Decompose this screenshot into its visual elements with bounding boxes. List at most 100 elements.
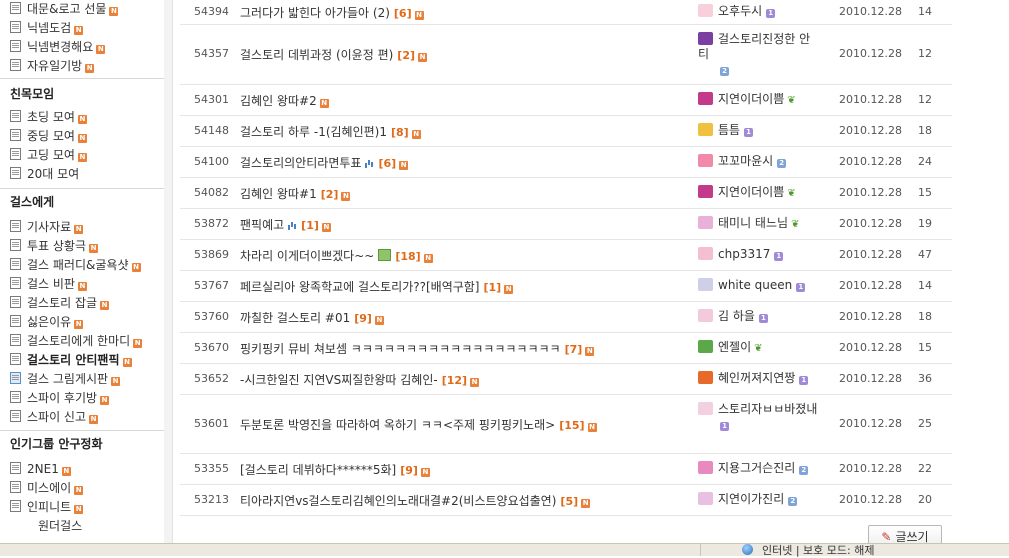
sidebar-item[interactable]: 걸스 패러디&굴욕샷 N [10, 256, 141, 274]
sidebar-item[interactable]: 스파이 신고 N [10, 408, 99, 426]
comment-count[interactable]: [1] [484, 281, 502, 294]
new-badge: N [74, 486, 84, 495]
post-author[interactable]: 김 하을 1 [698, 309, 818, 324]
board-icon [10, 110, 21, 122]
sidebar-item[interactable]: 20대 모여 [10, 165, 79, 183]
board-icon [10, 391, 21, 403]
sidebar-item[interactable]: 걸스 비판 N [10, 275, 87, 293]
new-badge: N [341, 192, 351, 201]
member-level-badge: 2 [720, 67, 729, 76]
sidebar-item[interactable]: 2NE1 N [10, 460, 71, 478]
post-views: 18 [918, 310, 932, 323]
comment-count[interactable]: [8] [391, 126, 409, 139]
post-title-link[interactable]: 걸스토리의안티라면투표 [6] N [240, 154, 409, 171]
sidebar-item[interactable]: 미스에이 N [10, 479, 84, 497]
sidebar-item[interactable]: 걸스 그림게시판 N [10, 370, 121, 388]
post-title-link[interactable]: 김혜인 왕따#1 [2] N [240, 185, 351, 202]
post-title-link[interactable]: 걸스토리 하루 -1(김혜인편)1 [8] N [240, 123, 421, 140]
comment-count[interactable]: [2] [321, 188, 339, 201]
comment-count[interactable]: [7] [565, 343, 583, 356]
sidebar-item[interactable]: 자유일기방 N [10, 57, 95, 75]
comment-count[interactable]: [6] [394, 7, 412, 20]
post-number: 53872 [194, 217, 229, 230]
comment-count[interactable]: [9] [400, 464, 418, 477]
comment-count[interactable]: [6] [378, 157, 396, 170]
post-title-link[interactable]: 두분토론 박영진을 따라하여 옥하기 ㅋㅋ<주제 핑키핑키노래> [15] N [240, 416, 597, 433]
avatar-icon [698, 92, 713, 105]
sidebar-item[interactable]: 초딩 모여 N [10, 108, 87, 126]
post-number: 54301 [194, 93, 229, 106]
post-author[interactable]: chp3317 1 [698, 247, 818, 262]
sidebar-item[interactable]: 닉넴변경해요 N [10, 38, 106, 56]
post-title-link[interactable]: 김혜인 왕따#2 N [240, 92, 329, 109]
board-icon [10, 167, 21, 179]
sidebar-item[interactable]: 투표 상황극 N [10, 237, 99, 255]
member-level-badge: 1 [799, 376, 809, 385]
sidebar-item-label: 인피니트 [27, 500, 72, 514]
post-author[interactable]: 엔젤이 ❦ [698, 340, 818, 356]
comment-count[interactable]: [1] [301, 219, 319, 232]
sidebar-item[interactable]: 중딩 모여 N [10, 127, 87, 145]
post-title: 걸스토리 데뷔과정 (이윤정 편) [240, 48, 394, 62]
post-author[interactable]: 혜인꺼져지연짱 1 [698, 371, 818, 386]
sidebar-item[interactable]: 원더걸스 [38, 517, 82, 535]
comment-count[interactable]: [5] [560, 495, 578, 508]
sidebar-item[interactable]: 대문&로고 선물 N [10, 0, 119, 18]
avatar-icon [698, 185, 713, 198]
post-author[interactable]: 오후두시 1 [698, 4, 818, 19]
sidebar-item[interactable]: 걸스토리 안티팬픽 N [10, 351, 132, 369]
post-title-link[interactable]: 페르실리아 왕족학교에 걸스토리가??[배역구함] [1] N [240, 278, 514, 295]
comment-count[interactable]: [18] [395, 250, 420, 263]
sidebar-item[interactable]: 걸스토리에게 한마디 N [10, 332, 143, 350]
post-author[interactable]: 스토리자ㅂㅂ바졌내 1 [698, 402, 818, 432]
post-author[interactable]: 태미니 태느님 ❦ [698, 216, 818, 232]
sidebar-item-label: 대문&로고 선물 [27, 2, 107, 16]
post-title-link[interactable]: [걸스토리 데뷔하다******5화] [9] N [240, 461, 430, 478]
sidebar-item[interactable]: 걸스토리 잡글 N [10, 294, 110, 312]
sidebar-menu: 대문&로고 선물 N 닉넴도검 N 닉넴변경해요 N 자유일기방 N 친목모임 초딩 모여 N 중딩 … [0, 0, 165, 545]
post-title-link[interactable]: -시크한일진 지연VS찌질한왕따 김혜인- [12] N [240, 371, 480, 388]
post-title-link[interactable]: 티아라지연vs걸스토리김혜인의노래대결#2(비스트양요섭출연) [5] N [240, 492, 591, 509]
post-title-link[interactable]: 팬픽예고 [1] N [240, 216, 331, 233]
post-number: 53767 [194, 279, 229, 292]
sidebar-group-title: 걸스에게 [10, 195, 55, 209]
post-title-link[interactable]: 핑키핑키 뮤비 쳐보셈 ㅋㅋㅋㅋㅋㅋㅋㅋㅋㅋㅋㅋㅋㅋㅋㅋㅋㅋㅋ [7] N [240, 340, 595, 357]
browser-statusbar: 인터넷 | 보호 모드: 해제 [0, 543, 1009, 557]
avatar-icon [698, 216, 713, 229]
new-badge: N [470, 378, 480, 387]
post-title-link[interactable]: 그러다가 밟힌다 아가들아 (2) [6] N [240, 4, 424, 21]
post-author[interactable]: 걸스토리진정한 안티 2 [698, 32, 818, 77]
member-level-badge: 2 [788, 497, 798, 506]
sidebar-item[interactable]: 닉넴도검 N [10, 19, 84, 37]
comment-count[interactable]: [15] [559, 419, 584, 432]
member-level-badge: 2 [777, 159, 787, 168]
sidebar-item[interactable]: 기사자료 N [10, 218, 84, 236]
board-icon [10, 334, 21, 346]
post-author[interactable]: 꼬꼬마윤시 2 [698, 154, 818, 169]
sidebar-item[interactable]: 싫은이유 N [10, 313, 84, 331]
post-title: 걸스토리의안티라면투표 [240, 156, 362, 170]
sidebar-item[interactable]: 고딩 모여 N [10, 146, 87, 164]
post-views: 18 [918, 124, 932, 137]
sidebar-item[interactable]: 스파이 후기방 N [10, 389, 110, 407]
post-title-link[interactable]: 차라리 이게더이쁘겠다~~ [18] N [240, 247, 433, 264]
post-author[interactable]: 지연이가진리 2 [698, 492, 818, 507]
new-badge: N [85, 64, 95, 73]
comment-count[interactable]: [2] [397, 49, 415, 62]
table-row: 53670 핑키핑키 뮤비 쳐보셈 ㅋㅋㅋㅋㅋㅋㅋㅋㅋㅋㅋㅋㅋㅋㅋㅋㅋㅋㅋ [7] N… [180, 332, 952, 364]
post-title-link[interactable]: 까칠한 걸스토리 #01 [9] N [240, 309, 384, 326]
post-author[interactable]: 지용그거슨진리 2 [698, 461, 818, 476]
post-author[interactable]: 지연이더이쁨 ❦ [698, 185, 818, 201]
post-author[interactable]: 틈틈 1 [698, 123, 818, 138]
author-name: 걸스토리진정한 안티 [698, 32, 811, 61]
sidebar-group-title: 친목모임 [10, 87, 55, 101]
post-number: 54100 [194, 155, 229, 168]
post-number: 54357 [194, 47, 229, 60]
comment-count[interactable]: [9] [354, 312, 372, 325]
post-author[interactable]: 지연이더이쁨 ❦ [698, 92, 818, 108]
post-title-link[interactable]: 걸스토리 데뷔과정 (이윤정 편) [2] N [240, 46, 428, 63]
comment-count[interactable]: [12] [442, 374, 467, 387]
sidebar-item[interactable]: 인피니트 N [10, 498, 84, 516]
sprout-icon: ❦ [791, 219, 800, 230]
post-author[interactable]: white queen 1 [698, 278, 818, 293]
